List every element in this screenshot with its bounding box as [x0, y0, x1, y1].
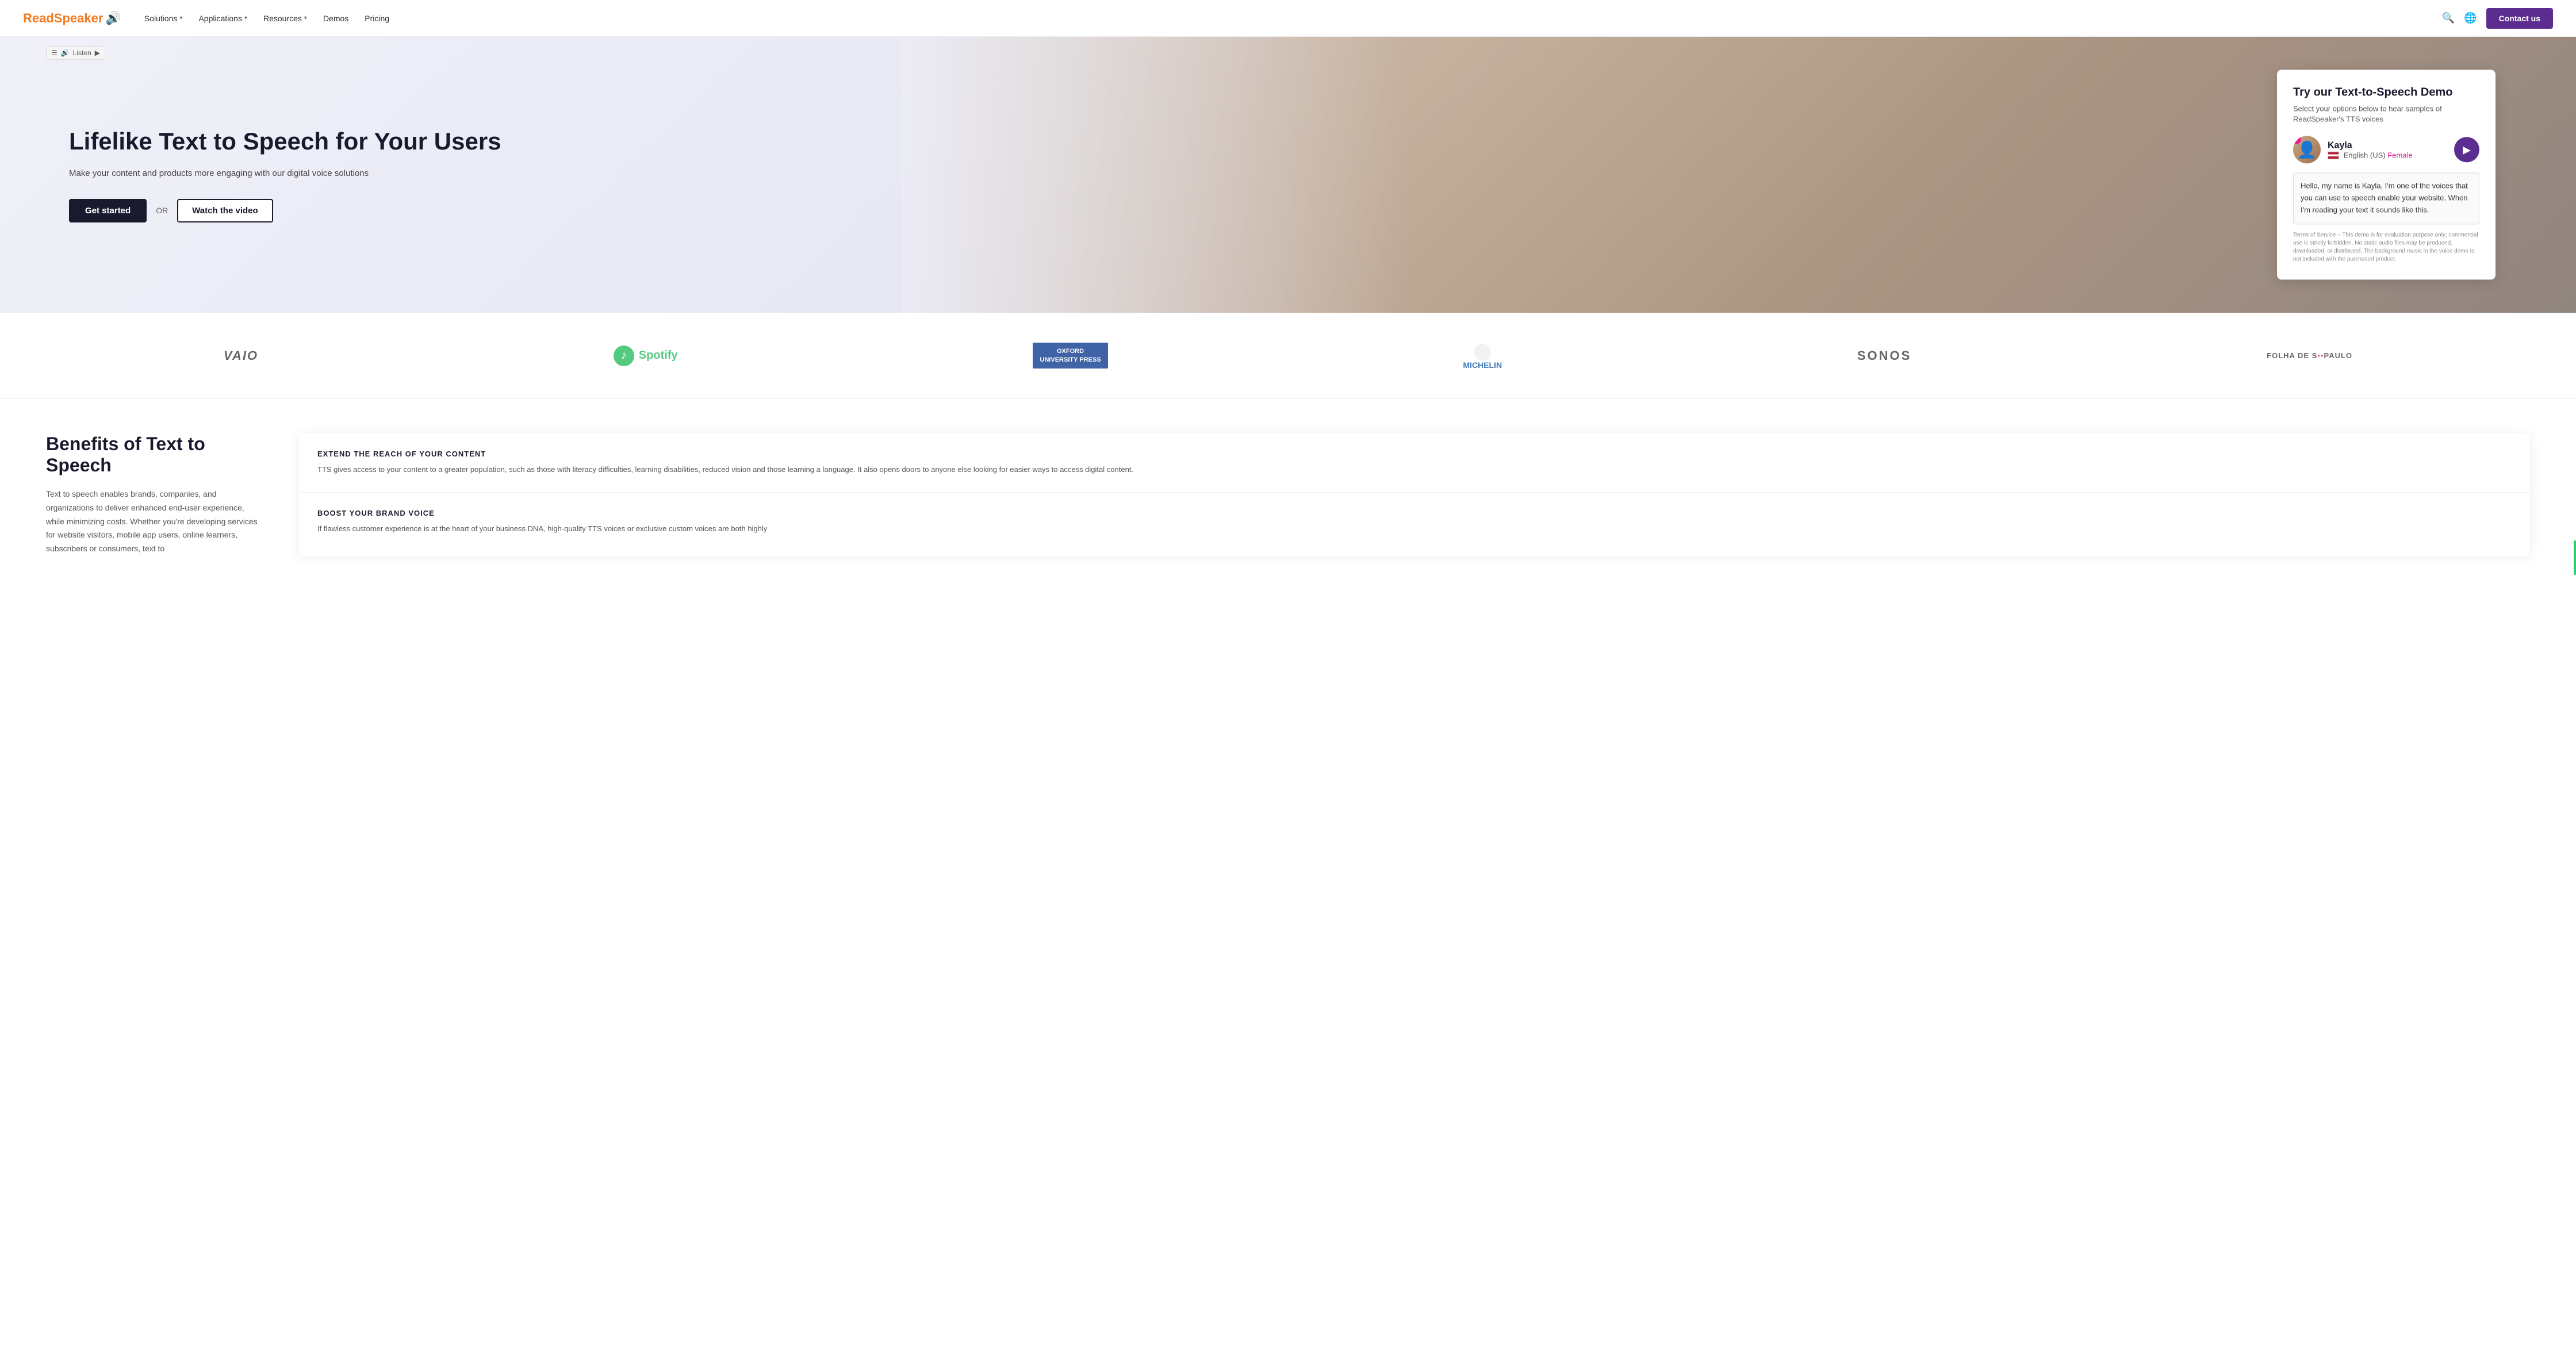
demo-card-subtitle: Select your options below to hear sample…: [2293, 103, 2479, 124]
logos-section: VAIO ♪ Spotify OXFORDUNIVERSITY PRESS ⬤ …: [0, 313, 2576, 399]
play-icon[interactable]: ▶: [95, 49, 100, 57]
voice-gender-badge: ♀: [2293, 136, 2301, 144]
chevron-down-icon: ▾: [179, 15, 182, 21]
listen-label: Listen: [73, 49, 91, 57]
logo-vaio: VAIO: [224, 348, 258, 363]
logo-folha: FOLHA DE S••PAULO: [2267, 351, 2352, 360]
play-button[interactable]: ▶: [2454, 137, 2479, 163]
nav-links: Solutions ▾ Applications ▾ Resources ▾ D…: [144, 14, 2442, 23]
benefit-item-1: EXTEND THE REACH OF YOUR CONTENT TTS giv…: [299, 433, 2530, 493]
nav-resources[interactable]: Resources ▾: [263, 14, 307, 23]
listen-bar[interactable]: ☰ 🔊 Listen ▶: [46, 46, 105, 60]
watch-video-button[interactable]: Watch the video: [177, 199, 273, 222]
voice-name: Kayla: [2328, 140, 2447, 151]
spotify-icon: ♪: [614, 346, 634, 366]
benefit-item-1-title: EXTEND THE REACH OF YOUR CONTENT: [317, 450, 2512, 458]
nav-actions: 🔍 🌐 Contact us: [2442, 8, 2553, 29]
benefit-item-2-title: BOOST YOUR BRAND VOICE: [317, 509, 2512, 517]
contact-us-button[interactable]: Contact us: [2486, 8, 2553, 29]
demo-card-title: Try our Text-to-Speech Demo: [2293, 86, 2479, 99]
nav-applications[interactable]: Applications ▾: [198, 14, 247, 23]
list-icon: ☰: [51, 49, 57, 57]
hero-content: Lifelike Text to Speech for Your Users M…: [0, 93, 524, 257]
voice-gender-label: Female: [2387, 151, 2412, 159]
voice-language: English (US) Female: [2328, 151, 2447, 160]
hero-or-label: OR: [156, 206, 168, 215]
search-icon[interactable]: 🔍: [2442, 12, 2455, 24]
benefit-item-2: BOOST YOUR BRAND VOICE If flawless custo…: [299, 493, 2530, 551]
logo-oxford: OXFORDUNIVERSITY PRESS: [1033, 343, 1107, 369]
benefits-right-panel: EXTEND THE REACH OF YOUR CONTENT TTS giv…: [299, 433, 2530, 556]
logo-sonos: SONOS: [1857, 348, 1911, 363]
benefit-item-1-text: TTS gives access to your content to a gr…: [317, 464, 2512, 476]
scrollbar-indicator[interactable]: [2574, 540, 2576, 575]
voice-info: Kayla English (US) Female: [2328, 140, 2447, 160]
play-triangle-icon: ▶: [2463, 144, 2471, 156]
michelin-man-icon: ⬤: [1463, 341, 1502, 360]
demo-terms: Terms of Service – This demo is for eval…: [2293, 232, 2479, 264]
logo-speaker-icon: 🔊: [105, 11, 121, 26]
hero-subtitle: Make your content and products more enga…: [69, 167, 501, 181]
benefits-left-panel: Benefits of Text to Speech Text to speec…: [46, 433, 264, 556]
benefits-section: Benefits of Text to Speech Text to speec…: [0, 399, 2576, 590]
speaker-icon: 🔊: [61, 49, 70, 57]
demo-text-area[interactable]: Hello, my name is Kayla, I'm one of the …: [2293, 173, 2479, 225]
benefits-text: Text to speech enables brands, companies…: [46, 488, 264, 556]
hero-title: Lifelike Text to Speech for Your Users: [69, 127, 501, 156]
logo-text: ReadSpeaker: [23, 11, 103, 26]
logo-spotify: ♪ Spotify: [614, 346, 678, 366]
hero-section: ☰ 🔊 Listen ▶ Lifelike Text to Speech for…: [0, 37, 2576, 313]
demo-card: Try our Text-to-Speech Demo Select your …: [2277, 70, 2496, 279]
nav-pricing[interactable]: Pricing: [365, 14, 389, 23]
benefit-item-2-text: If flawless customer experience is at th…: [317, 523, 2512, 535]
nav-demos[interactable]: Demos: [323, 14, 348, 23]
hero-actions: Get started OR Watch the video: [69, 199, 501, 222]
avatar: ♀: [2293, 136, 2321, 164]
benefits-title: Benefits of Text to Speech: [46, 433, 264, 476]
logo-michelin: ⬤ MICHELIN: [1463, 341, 1502, 370]
chevron-down-icon: ▾: [244, 15, 247, 21]
get-started-button[interactable]: Get started: [69, 199, 147, 222]
flag-icon: [2328, 151, 2339, 159]
navbar: ReadSpeaker 🔊 Solutions ▾ Applications ▾…: [0, 0, 2576, 37]
nav-solutions[interactable]: Solutions ▾: [144, 14, 183, 23]
site-logo[interactable]: ReadSpeaker 🔊: [23, 11, 121, 26]
chevron-down-icon: ▾: [304, 15, 307, 21]
globe-icon[interactable]: 🌐: [2464, 12, 2477, 24]
demo-voice-row: ♀ Kayla English (US) Female ▶: [2293, 136, 2479, 164]
